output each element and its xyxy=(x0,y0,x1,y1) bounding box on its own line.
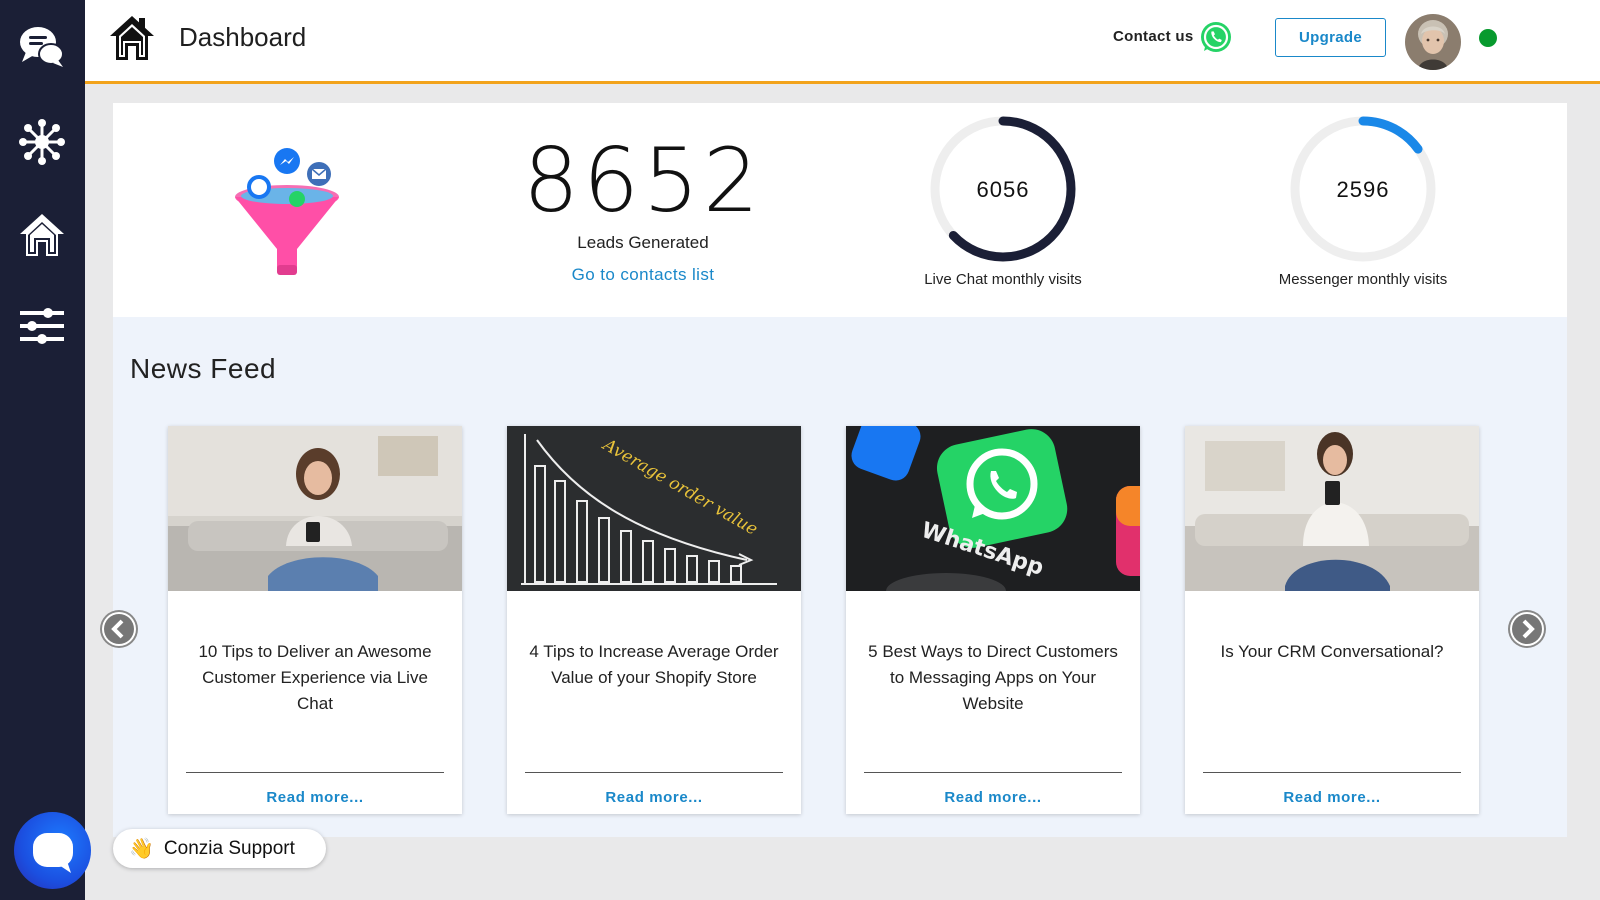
live-chat-gauge: 6056 xyxy=(923,109,1083,269)
news-card[interactable]: Average order value 4 Tips to Increase A… xyxy=(507,426,801,814)
carousel-next-button[interactable] xyxy=(1508,610,1546,648)
contacts-list-link[interactable]: Go to contacts list xyxy=(518,265,768,285)
network-icon[interactable] xyxy=(16,116,68,168)
chat-bubbles-icon[interactable] xyxy=(16,20,68,72)
read-more-link[interactable]: Read more... xyxy=(168,789,462,806)
contact-us-link[interactable]: Contact us xyxy=(1113,28,1194,45)
messenger-visits-value: 2596 xyxy=(1336,177,1390,202)
avatar[interactable] xyxy=(1405,14,1461,70)
messenger-visits-label: Messenger monthly visits xyxy=(1278,271,1448,288)
read-more-link[interactable]: Read more... xyxy=(846,789,1140,806)
news-card-title: 5 Best Ways to Direct Customers to Messa… xyxy=(868,642,1118,713)
upgrade-button[interactable]: Upgrade xyxy=(1275,18,1386,57)
support-label: Conzia Support xyxy=(163,837,295,859)
messenger-gauge: 2596 xyxy=(1283,109,1443,269)
sliders-icon[interactable] xyxy=(16,300,68,352)
news-card-image-woman-phone xyxy=(168,426,462,591)
news-feed-title: News Feed xyxy=(130,353,277,384)
news-card-title: 10 Tips to Deliver an Awesome Customer E… xyxy=(198,642,432,713)
news-card-image-chalkboard-chart: Average order value xyxy=(507,426,801,591)
whatsapp-icon[interactable] xyxy=(1199,20,1233,54)
leads-count: 8652 xyxy=(523,129,763,232)
leads-label: Leads Generated xyxy=(577,233,709,252)
top-header: Dashboard Contact us Upgrade xyxy=(85,0,1600,84)
read-more-link[interactable]: Read more... xyxy=(1185,789,1479,806)
page-title: Dashboard xyxy=(179,22,307,52)
news-feed-section: News Feed 10 Tips to Deliver an Awesome … xyxy=(100,317,1567,837)
lead-funnel-icon xyxy=(231,141,343,281)
news-card[interactable]: Is Your CRM Conversational? Read more... xyxy=(1185,426,1479,814)
chevron-right-icon xyxy=(1510,612,1544,646)
chevron-left-icon xyxy=(102,612,136,646)
divider xyxy=(864,772,1122,773)
support-label-pill[interactable]: 👋 Conzia Support xyxy=(113,829,326,868)
online-status-dot xyxy=(1479,29,1497,47)
stats-panel: 8652 Leads Generated Go to contacts list… xyxy=(113,103,1567,317)
live-chat-visits-label: Live Chat monthly visits xyxy=(924,271,1082,288)
news-card[interactable]: WhatsApp 5 Best Ways to Direct Customers… xyxy=(846,426,1140,814)
read-more-link[interactable]: Read more... xyxy=(507,789,801,806)
divider xyxy=(186,772,444,773)
news-card-title: Is Your CRM Conversational? xyxy=(1220,642,1444,661)
news-card-image-woman-couch xyxy=(1185,426,1479,591)
sidebar xyxy=(0,0,85,900)
chat-bubble-icon xyxy=(32,832,73,873)
support-chat-button[interactable] xyxy=(14,812,91,889)
home-icon[interactable] xyxy=(16,208,68,260)
news-card-title: 4 Tips to Increase Average Order Value o… xyxy=(529,642,779,687)
live-chat-visits-value: 6056 xyxy=(976,177,1030,202)
divider xyxy=(1203,772,1461,773)
news-card[interactable]: 10 Tips to Deliver an Awesome Customer E… xyxy=(168,426,462,814)
divider xyxy=(525,772,783,773)
news-card-image-whatsapp-app: WhatsApp xyxy=(846,426,1140,591)
home-icon[interactable] xyxy=(109,14,155,62)
waving-hand-icon: 👋 xyxy=(129,838,154,860)
carousel-prev-button[interactable] xyxy=(100,610,138,648)
